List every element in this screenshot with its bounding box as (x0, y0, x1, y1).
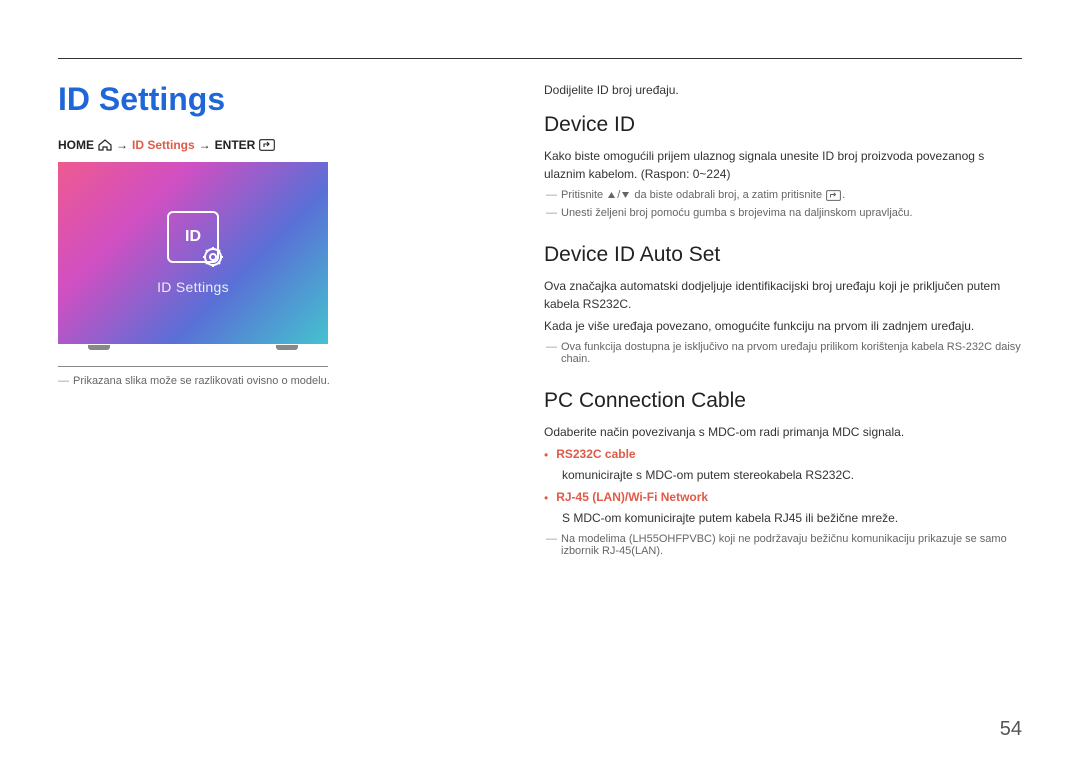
auto-set-p1: Ova značajka automatski dodjeljuje ident… (544, 277, 1022, 313)
arrow-icon: → (116, 138, 128, 152)
left-column: ID Settings HOME → ID Settings → ENTER I… (58, 81, 488, 563)
page-title: ID Settings (58, 81, 488, 118)
left-footnote: ― Prikazana slika može se razlikovati ov… (58, 375, 488, 387)
bullet-rj45-desc: S MDC-om komunicirajte putem kabela RJ45… (562, 509, 1022, 527)
down-triangle-icon (621, 191, 630, 199)
gear-icon (203, 247, 223, 267)
note-text: Unesti željeni broj pomoću gumba s broje… (561, 207, 913, 219)
pc-cable-heading: PC Connection Cable (544, 389, 1022, 413)
bullet-dot-icon: • (544, 447, 548, 464)
bullet-rs232c: • RS232C cable (544, 447, 1022, 464)
right-column: Dodijelite ID broj uređaju. Device ID Ka… (544, 81, 1022, 563)
arrow-icon: → (199, 138, 211, 152)
two-column-layout: ID Settings HOME → ID Settings → ENTER I… (58, 81, 1022, 563)
note-text: Ova funkcija dostupna je isključivo na p… (561, 341, 1022, 365)
screenshot-caption: ID Settings (157, 279, 229, 295)
device-id-description: Kako biste omogućili prijem ulaznog sign… (544, 147, 1022, 183)
bullet-rj45-note: ― Na modelima (LH55OHFPVBC) koji ne podr… (546, 533, 1022, 557)
bullet-rs232c-desc: komunicirajte s MDC-om putem stereokabel… (562, 466, 1022, 484)
footnote-text: Prikazana slika može se razlikovati ovis… (73, 375, 330, 387)
device-id-note-1: ― Pritisnite / da biste odabrali broj, a… (546, 189, 1022, 201)
bullet-rj45: • RJ-45 (LAN)/Wi-Fi Network (544, 490, 1022, 507)
monitor-stand (58, 344, 328, 350)
pc-cable-intro: Odaberite način povezivanja s MDC-om rad… (544, 423, 1022, 441)
bullet-label: RJ-45 (LAN)/Wi-Fi Network (556, 490, 708, 504)
enter-icon (826, 190, 841, 201)
device-id-note-2: ― Unesti željeni broj pomoću gumba s bro… (546, 207, 1022, 219)
image-divider (58, 366, 328, 367)
auto-set-heading: Device ID Auto Set (544, 243, 1022, 267)
dash-bullet-icon: ― (58, 376, 69, 387)
intro-text: Dodijelite ID broj uređaju. (544, 81, 1022, 99)
enter-icon (259, 139, 275, 151)
device-id-heading: Device ID (544, 113, 1022, 137)
note-text: Pritisnite / da biste odabrali broj, a z… (561, 189, 845, 201)
dash-bullet-icon: ― (546, 534, 557, 545)
breadcrumb-enter: ENTER (215, 138, 256, 152)
product-screenshot: ID ID Settings (58, 162, 328, 344)
top-horizontal-rule (58, 58, 1022, 59)
up-triangle-icon (607, 191, 616, 199)
id-settings-icon: ID (167, 211, 219, 263)
id-icon-text: ID (185, 228, 201, 246)
bullet-label: RS232C cable (556, 447, 635, 461)
bullet-dot-icon: • (544, 490, 548, 507)
home-icon (98, 139, 112, 151)
auto-set-note: ― Ova funkcija dostupna je isključivo na… (546, 341, 1022, 365)
page-number: 54 (1000, 718, 1022, 741)
dash-bullet-icon: ― (546, 190, 557, 201)
breadcrumb: HOME → ID Settings → ENTER (58, 138, 488, 152)
dash-bullet-icon: ― (546, 342, 557, 353)
breadcrumb-settings: ID Settings (132, 138, 195, 152)
note-text: Na modelima (LH55OHFPVBC) koji ne podrža… (561, 533, 1022, 557)
breadcrumb-home: HOME (58, 138, 94, 152)
dash-bullet-icon: ― (546, 208, 557, 219)
auto-set-p2: Kada je više uređaja povezano, omogućite… (544, 317, 1022, 335)
